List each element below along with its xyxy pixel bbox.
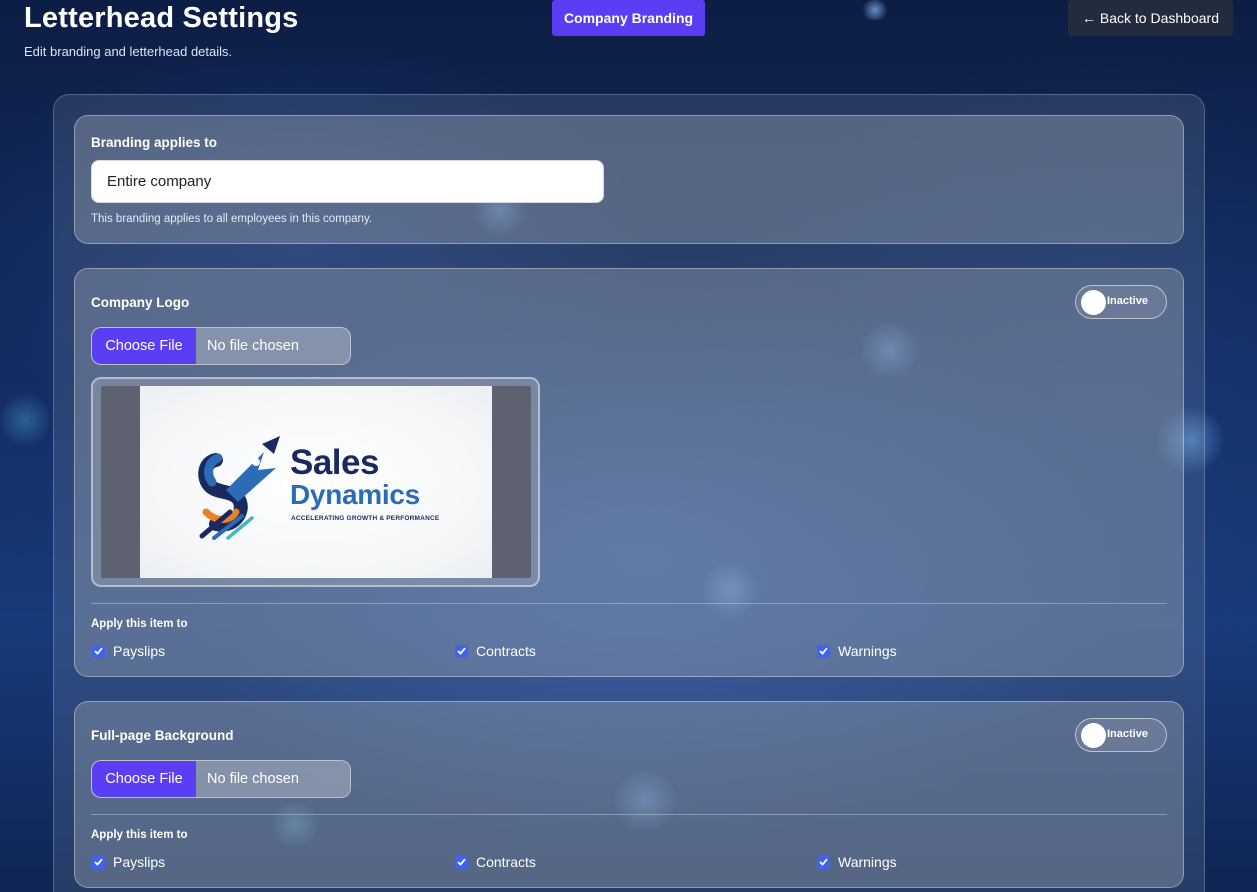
logo-name-line-1: Sales bbox=[290, 443, 379, 482]
bokeh-light bbox=[860, 0, 890, 20]
company-logo-toggle[interactable]: Inactive bbox=[1075, 285, 1167, 319]
back-to-dashboard-button[interactable]: ← Back to Dashboard bbox=[1068, 0, 1233, 36]
logo-rocket-mark bbox=[198, 436, 280, 540]
company-logo-card: Company Logo Inactive Choose File No fil… bbox=[74, 268, 1184, 677]
checkbox-label: Warnings bbox=[838, 643, 897, 659]
check-icon[interactable] bbox=[455, 644, 468, 658]
logo-image: Sales Dynamics ACCELERATING GROWTH & PER… bbox=[140, 386, 492, 578]
background-card: Full-page Background Inactive Choose Fil… bbox=[74, 701, 1184, 888]
page-subtitle: Edit branding and letterhead details. bbox=[24, 44, 233, 59]
checkbox-label: Contracts bbox=[476, 854, 536, 870]
divider bbox=[91, 814, 1167, 815]
branding-scope-hint: This branding applies to all employees i… bbox=[91, 213, 373, 225]
logo-preview: Sales Dynamics ACCELERATING GROWTH & PER… bbox=[91, 377, 540, 587]
choose-file-button[interactable]: Choose File bbox=[92, 328, 196, 364]
background-heading: Full-page Background bbox=[91, 728, 234, 743]
check-icon[interactable] bbox=[92, 855, 105, 869]
background-toggle[interactable]: Inactive bbox=[1075, 718, 1167, 752]
company-logo-heading: Company Logo bbox=[91, 295, 190, 310]
toggle-label: Inactive bbox=[1107, 728, 1148, 740]
logo-payslips-checkbox[interactable]: Payslips bbox=[92, 643, 165, 659]
company-logo-file-input[interactable]: Choose File No file chosen bbox=[91, 327, 351, 365]
branding-scope-select[interactable]: Entire company bbox=[91, 160, 604, 203]
checkbox-label: Payslips bbox=[113, 854, 166, 870]
check-icon[interactable] bbox=[455, 855, 468, 869]
branding-scope-card: Branding applies to Entire company This … bbox=[74, 115, 1184, 244]
background-warnings-checkbox[interactable]: Warnings bbox=[817, 854, 897, 870]
toggle-knob bbox=[1081, 290, 1106, 315]
company-branding-button[interactable]: Company Branding bbox=[552, 0, 705, 36]
toggle-label: Inactive bbox=[1107, 295, 1148, 307]
branding-scope-value: Entire company bbox=[107, 173, 212, 190]
logo-tagline: ACCELERATING GROWTH & PERFORMANCE bbox=[291, 515, 440, 522]
file-status: No file chosen bbox=[207, 771, 299, 787]
apply-label: Apply this item to bbox=[91, 829, 188, 841]
check-icon[interactable] bbox=[817, 855, 830, 869]
page-title: Letterhead Settings bbox=[24, 2, 299, 34]
background-contracts-checkbox[interactable]: Contracts bbox=[455, 854, 536, 870]
checkbox-label: Payslips bbox=[113, 643, 166, 659]
check-icon[interactable] bbox=[817, 644, 830, 658]
logo-preview-canvas: Sales Dynamics ACCELERATING GROWTH & PER… bbox=[101, 386, 531, 578]
branding-scope-heading: Branding applies to bbox=[91, 135, 218, 150]
choose-file-button[interactable]: Choose File bbox=[92, 761, 196, 797]
checkbox-label: Warnings bbox=[838, 854, 897, 870]
logo-name-line-2: Dynamics bbox=[290, 479, 420, 510]
toggle-knob bbox=[1081, 723, 1106, 748]
logo-contracts-checkbox[interactable]: Contracts bbox=[455, 643, 536, 659]
background-payslips-checkbox[interactable]: Payslips bbox=[92, 854, 165, 870]
file-status: No file chosen bbox=[207, 338, 299, 354]
divider bbox=[91, 603, 1167, 604]
checkbox-label: Contracts bbox=[476, 643, 536, 659]
apply-label: Apply this item to bbox=[91, 618, 188, 630]
check-icon[interactable] bbox=[92, 644, 105, 658]
logo-warnings-checkbox[interactable]: Warnings bbox=[817, 643, 897, 659]
bokeh-light bbox=[0, 390, 50, 450]
background-file-input[interactable]: Choose File No file chosen bbox=[91, 760, 351, 798]
